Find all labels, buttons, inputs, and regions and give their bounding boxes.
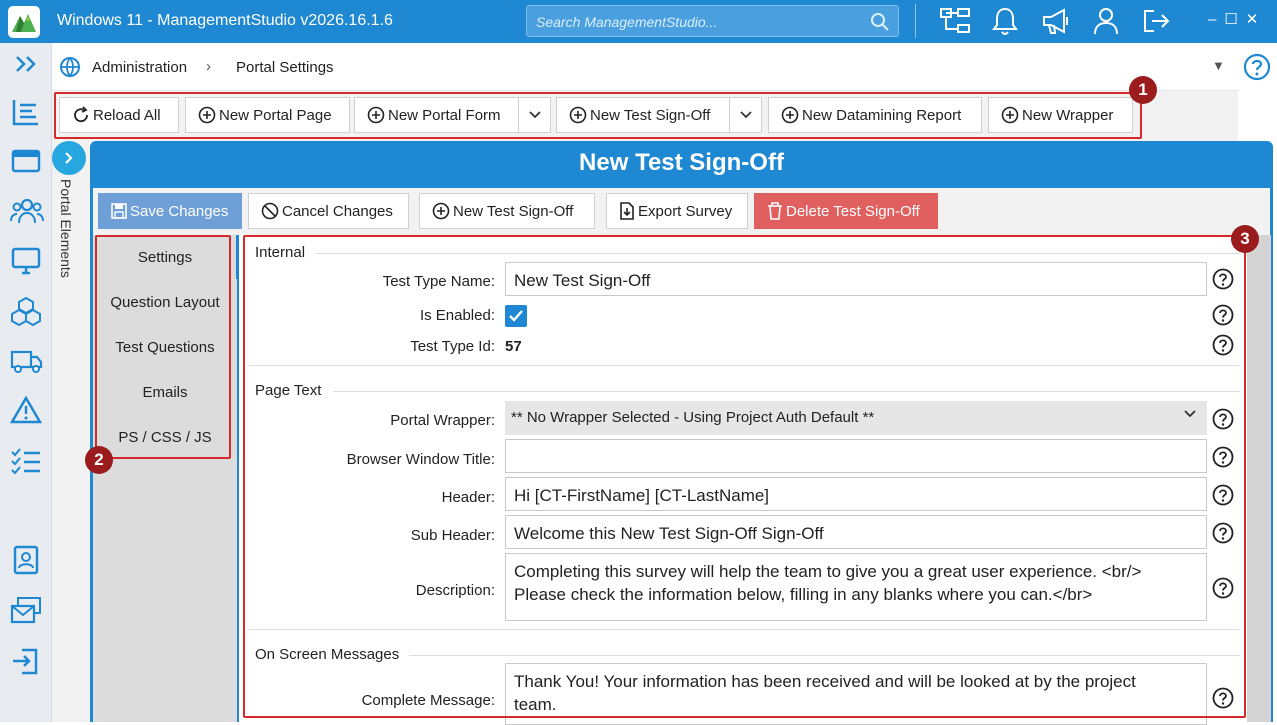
callout-badge-1: 1 [1129, 76, 1157, 104]
save-changes-label: Save Changes [130, 202, 229, 220]
cancel-changes-label: Cancel Changes [282, 202, 393, 220]
breadcrumb-chevron-icon: › [206, 58, 211, 75]
cancel-icon [261, 202, 279, 220]
trash-icon [767, 202, 783, 220]
portal-globe-icon [58, 55, 82, 79]
form-scrollbar[interactable] [1247, 235, 1271, 722]
export-survey-button[interactable]: Export Survey [606, 193, 748, 229]
monitor-icon[interactable] [10, 246, 42, 276]
action-bar: Save Changes Cancel Changes New Test Sig… [93, 188, 1270, 235]
callout-box-toolbar [54, 92, 1142, 139]
save-icon [111, 203, 127, 219]
page-help-icon[interactable] [1243, 53, 1271, 81]
close-icon[interactable]: ✕ [1246, 11, 1267, 28]
megaphone-icon[interactable] [1040, 5, 1072, 37]
maximize-icon[interactable]: ☐ [1224, 11, 1245, 28]
download-file-icon [619, 202, 635, 220]
callout-box-form [243, 235, 1246, 718]
breadcrumb: Administration › Portal Settings ▼ [52, 43, 1238, 91]
callout-badge-2: 2 [85, 446, 113, 474]
expand-panel-icon[interactable] [52, 141, 86, 175]
export-survey-label: Export Survey [638, 202, 733, 220]
import-file-icon[interactable] [10, 646, 42, 676]
expand-nav-icon[interactable] [10, 53, 42, 75]
save-changes-button[interactable]: Save Changes [98, 193, 242, 229]
portal-elements-label: Portal Elements [58, 179, 74, 278]
search-placeholder: Search ManagementStudio... [536, 14, 718, 30]
app-logo [8, 6, 40, 38]
user-profile-icon[interactable] [1092, 5, 1120, 37]
cancel-changes-button[interactable]: Cancel Changes [248, 193, 409, 229]
add-circle-icon [432, 202, 450, 220]
delivery-truck-icon[interactable] [10, 346, 44, 376]
sign-out-icon[interactable] [1140, 5, 1172, 37]
main-nav-rail [0, 43, 52, 722]
notification-bell-icon[interactable] [990, 5, 1020, 37]
reports-list-icon[interactable] [10, 97, 42, 127]
search-icon[interactable] [870, 12, 890, 32]
callout-badge-3: 3 [1231, 225, 1259, 253]
delete-test-signoff-button[interactable]: Delete Test Sign-Off [754, 193, 938, 229]
delete-test-signoff-label: Delete Test Sign-Off [786, 202, 920, 220]
new-test-signoff-action-label: New Test Sign-Off [453, 202, 574, 220]
callout-box-nav [95, 235, 231, 459]
warning-icon[interactable] [10, 395, 42, 425]
minimize-icon[interactable]: – [1208, 11, 1224, 28]
users-group-icon[interactable] [10, 196, 44, 226]
breadcrumb-portal-settings[interactable]: Portal Settings [236, 59, 334, 76]
window-icon[interactable] [10, 146, 42, 176]
global-search-box[interactable]: Search ManagementStudio... [526, 5, 899, 37]
title-separator [915, 4, 916, 38]
app-title: Windows 11 - ManagementStudio v2026.16.1… [57, 12, 393, 29]
sitemap-icon[interactable] [938, 5, 972, 37]
checklist-icon[interactable] [10, 446, 42, 476]
new-test-signoff-action-button[interactable]: New Test Sign-Off [419, 193, 595, 229]
window-controls[interactable]: –☐✕ [1208, 10, 1266, 28]
applications-cubes-icon[interactable] [10, 296, 42, 326]
panel-title: New Test Sign-Off [579, 149, 784, 176]
breadcrumb-dropdown-icon[interactable]: ▼ [1212, 58, 1225, 73]
breadcrumb-administration[interactable]: Administration [92, 59, 187, 76]
title-bar: Windows 11 - ManagementStudio v2026.16.1… [0, 0, 1277, 43]
portal-elements-tab[interactable]: Portal Elements [52, 141, 90, 722]
contact-card-icon[interactable] [10, 545, 42, 575]
email-stack-icon[interactable] [10, 595, 42, 625]
